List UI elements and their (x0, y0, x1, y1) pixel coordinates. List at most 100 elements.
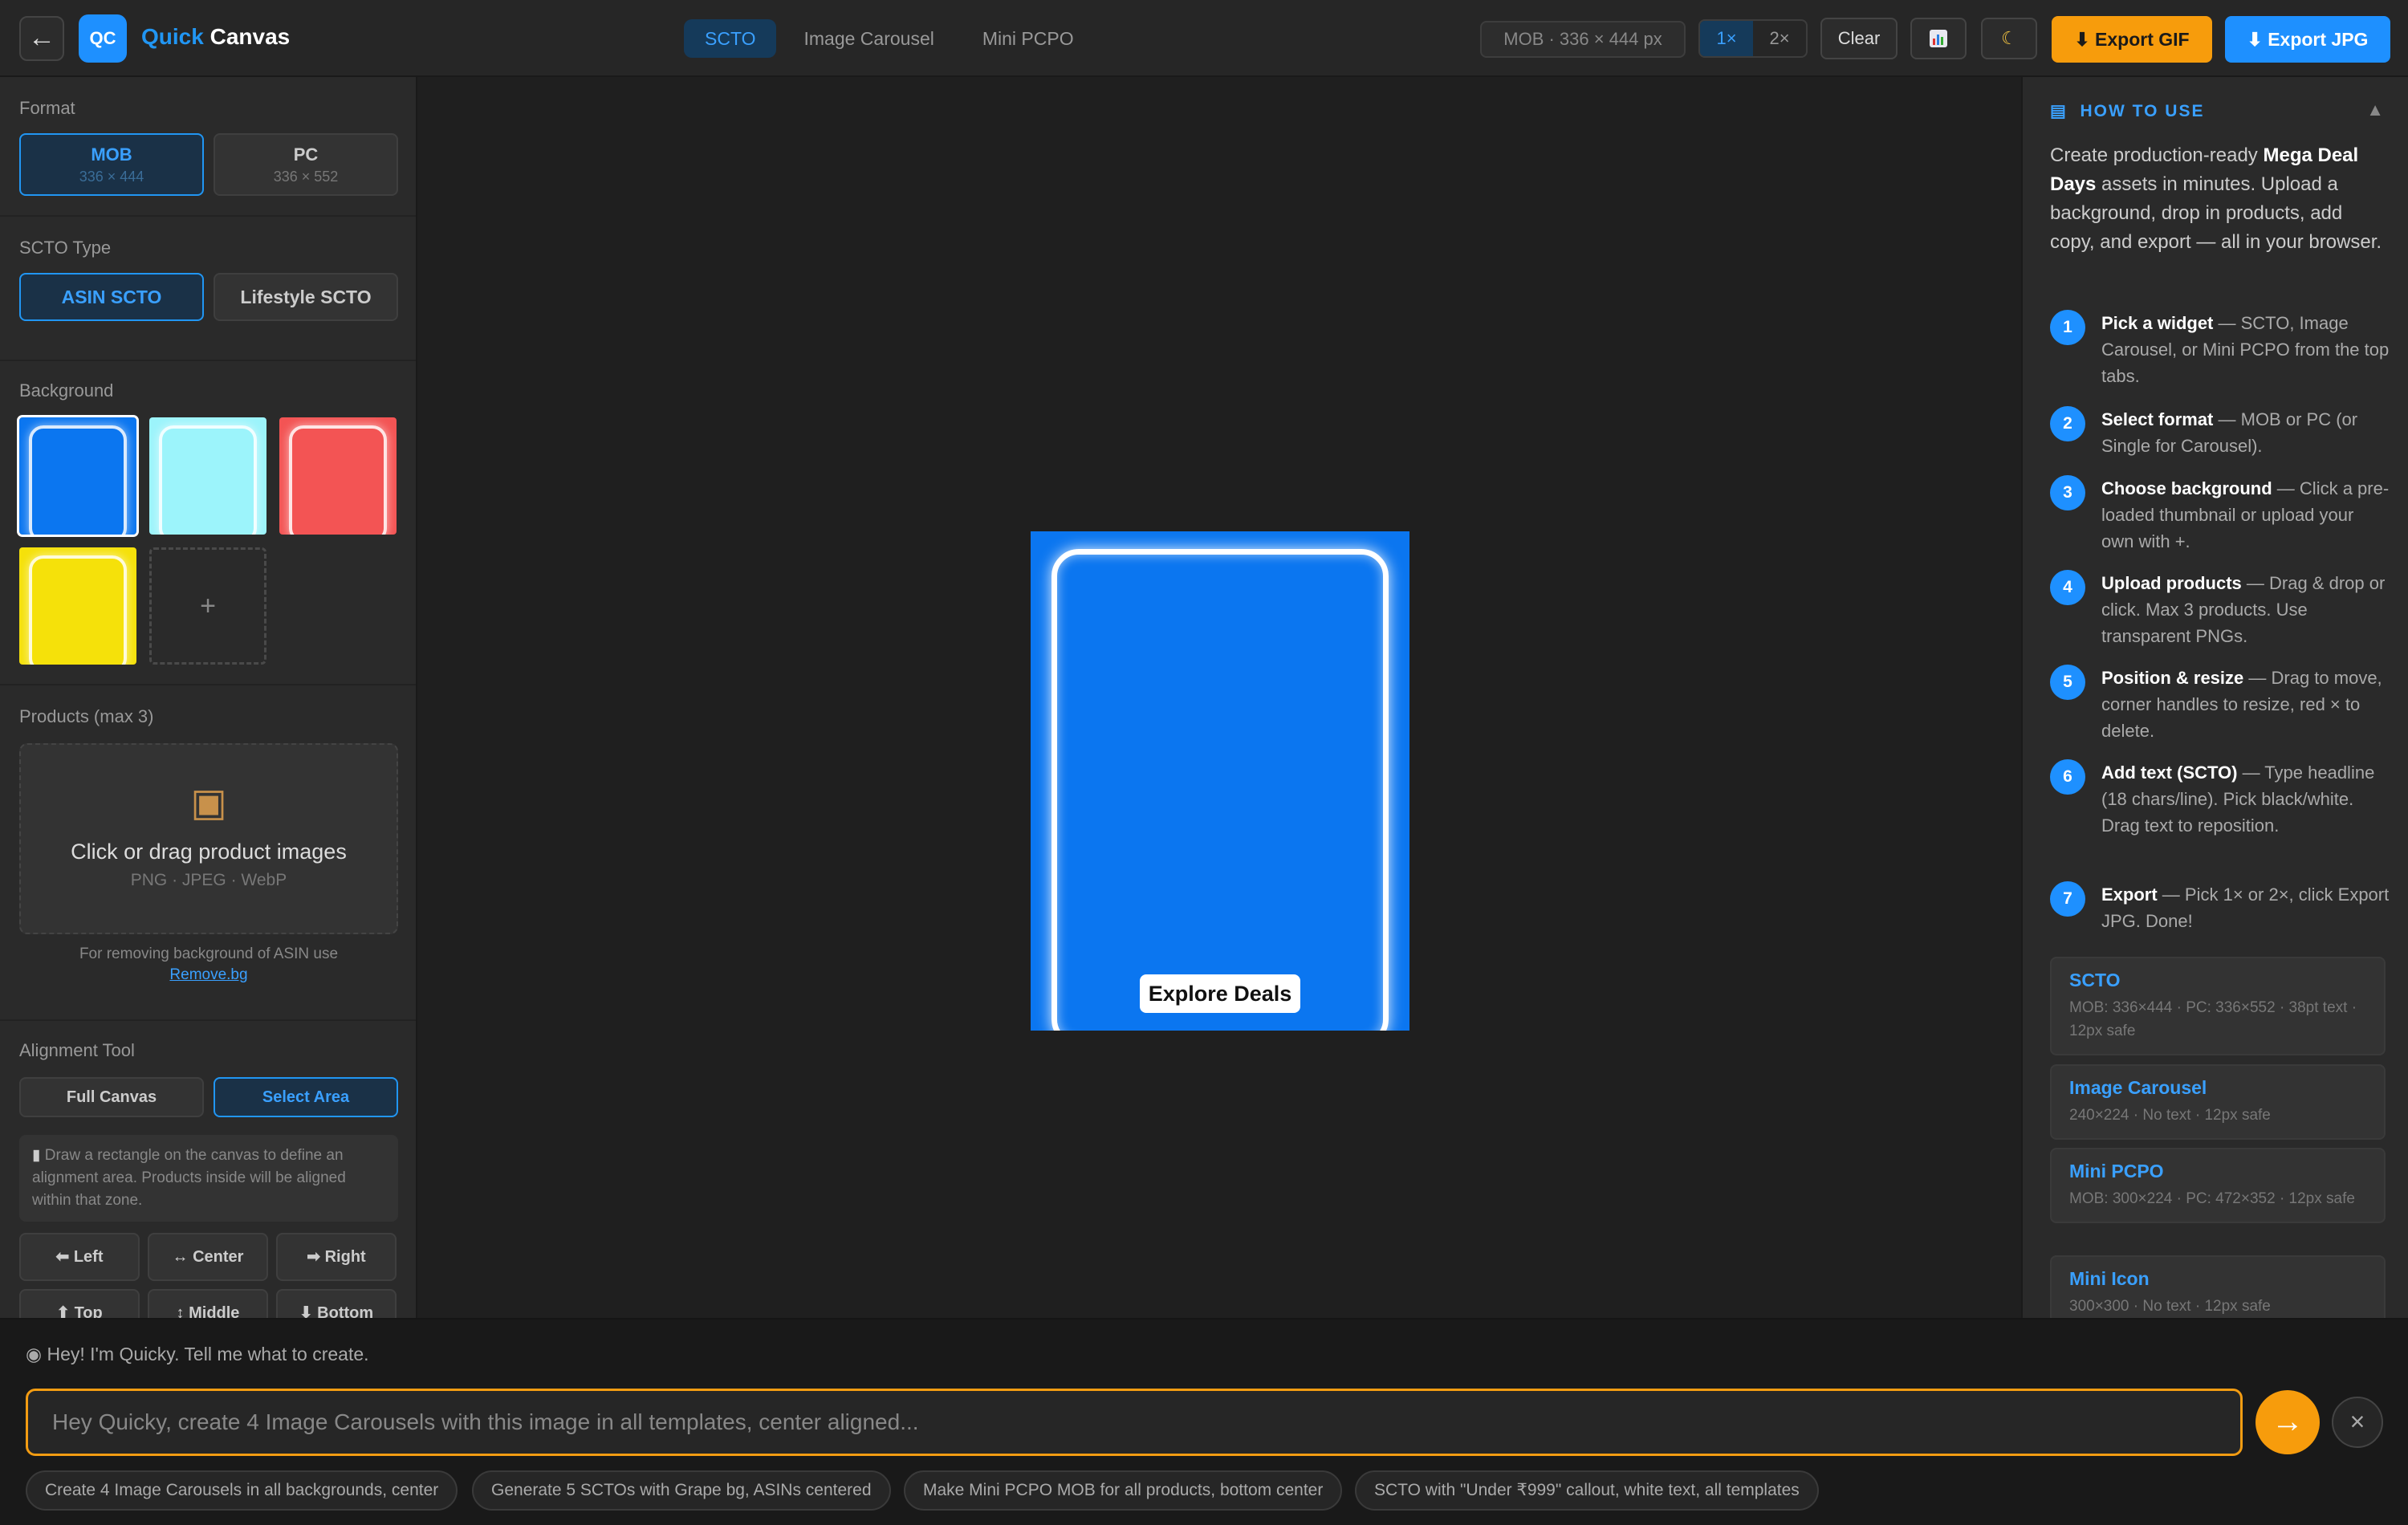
products-label: Products (max 3) (19, 706, 154, 726)
how-to-use-header[interactable]: ▤ HOW TO USE (2050, 101, 2204, 121)
scto-type-label: SCTO Type (19, 238, 112, 258)
format-mob-label: MOB (91, 144, 132, 165)
canvas-area: Explore Deals (417, 77, 2021, 1318)
widget-card-scto[interactable]: SCTO MOB: 336×444 · PC: 336×552 · 38pt t… (2050, 957, 2386, 1055)
theme-toggle-button[interactable]: ☾ (1981, 18, 2037, 59)
background-swatch-red[interactable] (279, 417, 397, 535)
widget-card-image-carousel[interactable]: Image Carousel 240×224 · No text · 12px … (2050, 1064, 2386, 1140)
step-text: Choose background — Click a pre-loaded t… (2101, 475, 2390, 555)
suggestion-chip[interactable]: Make Mini PCPO MOB for all products, bot… (904, 1470, 1343, 1511)
step-title: Add text (SCTO) (2101, 762, 2238, 783)
step-text: Upload products — Drag & drop or click. … (2101, 570, 2390, 649)
left-sidebar: Format MOB 336 × 444 PC 336 × 552 SCTO T… (0, 77, 417, 1318)
top-bar: ← QC Quick Canvas SCTO Image Carousel Mi… (0, 0, 2408, 77)
divider (0, 215, 416, 217)
widget-card-mini-icon[interactable]: Mini Icon 300×300 · No text · 12px safe (2050, 1255, 2386, 1318)
product-dropzone[interactable]: ▣ Click or drag product images PNG · JPE… (19, 743, 398, 934)
cta-explore-deals[interactable]: Explore Deals (1140, 974, 1300, 1013)
export-jpg-button[interactable]: ⬇ Export JPG (2225, 16, 2390, 63)
greeting-text: Hey! I'm Quicky. Tell me what to create. (47, 1344, 369, 1364)
removebg-note: For removing background of ASIN use Remo… (19, 944, 398, 986)
widget-card-desc: MOB: 300×224 · PC: 472×352 · 12px safe (2069, 1190, 2355, 1207)
select-area-button[interactable]: Select Area (214, 1077, 398, 1117)
widget-card-title: Mini Icon (2069, 1268, 2150, 1289)
widget-card-desc: MOB: 336×444 · PC: 336×552 · 38pt text ·… (2069, 999, 2357, 1039)
step-text: Add text (SCTO) — Type headline (18 char… (2101, 759, 2390, 839)
tab-mini-pcpo[interactable]: Mini PCPO (962, 19, 1095, 58)
background-frame (1051, 549, 1389, 1031)
lifestyle-scto-button[interactable]: Lifestyle SCTO (214, 273, 398, 321)
stats-button[interactable] (1910, 18, 1967, 59)
step-text: Export — Pick 1× or 2×, click Export JPG… (2101, 881, 2390, 934)
how-to-use-intro: Create production-ready Mega Deal Days a… (2050, 141, 2387, 257)
step-number: 3 (2050, 475, 2085, 510)
tab-image-carousel[interactable]: Image Carousel (783, 19, 954, 58)
widget-card-desc: 240×224 · No text · 12px safe (2069, 1107, 2271, 1124)
arrow-left-icon: ← (28, 22, 55, 53)
dropzone-title: Click or drag product images (71, 840, 347, 864)
close-icon: × (2349, 1407, 2365, 1436)
scale-2x-button[interactable]: 2× (1753, 21, 1806, 56)
export-gif-button[interactable]: ⬇ Export GIF (2052, 16, 2212, 63)
step-number: 6 (2050, 759, 2085, 795)
app-title: Quick Canvas (141, 24, 290, 50)
alignment-tool-label: Alignment Tool (19, 1040, 135, 1060)
close-chat-button[interactable]: × (2332, 1397, 2383, 1448)
add-background-button[interactable]: + (149, 547, 266, 665)
step-number: 2 (2050, 406, 2085, 441)
format-pc-button[interactable]: PC 336 × 552 (214, 133, 398, 196)
book-icon: ▤ (2050, 102, 2068, 120)
step-number: 5 (2050, 665, 2085, 700)
format-label: Format (19, 98, 75, 118)
suggestion-chip[interactable]: Create 4 Image Carousels in all backgrou… (26, 1470, 458, 1511)
background-swatch-blue[interactable] (17, 415, 139, 537)
divider (0, 360, 416, 361)
widget-card-title: Mini PCPO (2069, 1161, 2164, 1181)
widget-tabs: SCTO Image Carousel Mini PCPO (684, 19, 1095, 58)
intro-prefix: Create production-ready (2050, 144, 2264, 166)
collapse-icon[interactable]: ▲ (2366, 100, 2384, 120)
moon-icon: ☾ (2001, 28, 2017, 48)
align-middle-button[interactable]: ↕ Middle (148, 1289, 268, 1318)
suggestion-chip[interactable]: Generate 5 SCTOs with Grape bg, ASINs ce… (472, 1470, 891, 1511)
align-center-button[interactable]: ↔ Center (148, 1233, 268, 1281)
chat-prompt-input[interactable] (26, 1389, 2243, 1456)
mouse-icon: ▮ (32, 1147, 41, 1164)
format-mob-button[interactable]: MOB 336 × 444 (19, 133, 204, 196)
arrow-right-icon: → (2272, 1404, 2304, 1439)
step-title: Upload products (2101, 573, 2242, 593)
dropzone-formats: PNG · JPEG · WebP (130, 871, 287, 889)
tab-scto[interactable]: SCTO (684, 19, 777, 58)
scale-1x-button[interactable]: 1× (1700, 21, 1753, 56)
align-left-button[interactable]: ⬅ Left (19, 1233, 140, 1281)
suggestion-chip[interactable]: SCTO with "Under ₹999" callout, white te… (1355, 1470, 1819, 1511)
widget-card-mini-pcpo[interactable]: Mini PCPO MOB: 300×224 · PC: 472×352 · 1… (2050, 1148, 2386, 1223)
send-button[interactable]: → (2255, 1390, 2320, 1454)
app-logo: QC (79, 14, 127, 63)
align-top-button[interactable]: ⬆ Top (19, 1289, 140, 1318)
widget-card-title: SCTO (2069, 970, 2121, 990)
removebg-link[interactable]: Remove.bg (169, 966, 247, 983)
how-to-use-panel: ▤ HOW TO USE ▲ Create production-ready M… (2021, 77, 2408, 1318)
chat-greeting: ◉ Hey! I'm Quicky. Tell me what to creat… (26, 1344, 369, 1365)
bar-chart-icon (1930, 30, 1947, 47)
intro-suffix: assets in minutes. Upload a background, … (2050, 173, 2382, 253)
widget-card-title: Image Carousel (2069, 1077, 2207, 1098)
step-title: Pick a widget (2101, 313, 2214, 333)
step-title: Export (2101, 885, 2158, 905)
align-bottom-button[interactable]: ⬇ Bottom (276, 1289, 397, 1318)
divider (0, 1019, 416, 1021)
clear-button[interactable]: Clear (1820, 18, 1898, 59)
package-icon: ▣ (190, 782, 227, 824)
align-right-button[interactable]: ➡ Right (276, 1233, 397, 1281)
format-pc-size: 336 × 552 (273, 169, 339, 185)
scto-preview-canvas[interactable]: Explore Deals (1031, 531, 1409, 1031)
back-button[interactable]: ← (19, 16, 64, 61)
full-canvas-button[interactable]: Full Canvas (19, 1077, 204, 1117)
step-title: Select format (2101, 409, 2214, 429)
asin-scto-button[interactable]: ASIN SCTO (19, 273, 204, 321)
alignment-hint-text: Draw a rectangle on the canvas to define… (32, 1147, 346, 1209)
background-swatch-cyan[interactable] (149, 417, 266, 535)
background-swatch-yellow[interactable] (19, 547, 136, 665)
widget-card-desc: 300×300 · No text · 12px safe (2069, 1298, 2271, 1315)
